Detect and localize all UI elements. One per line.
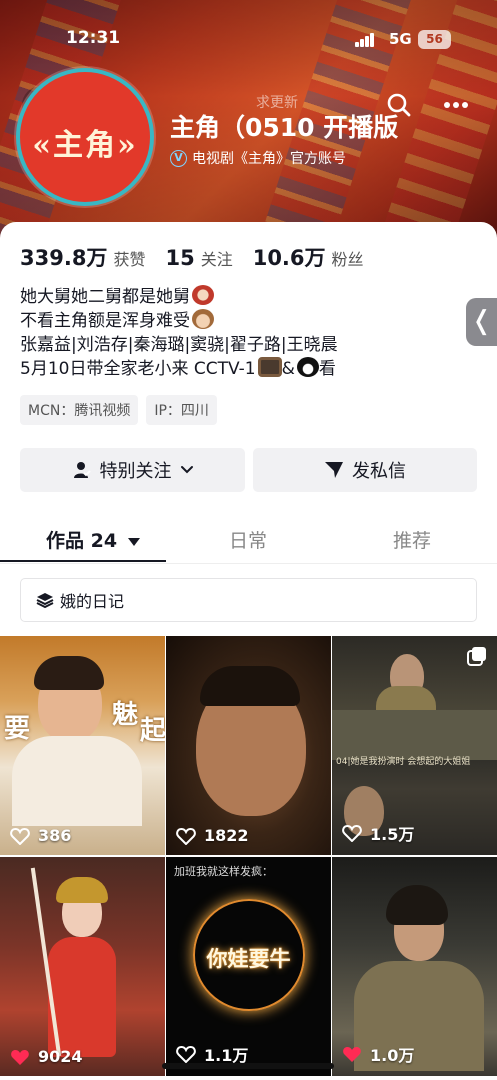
tab-recommend[interactable]: 推荐 xyxy=(393,526,431,553)
tab-daily[interactable]: 日常 xyxy=(229,526,267,553)
collection-label: 娥的日记 xyxy=(60,592,125,611)
followers-count[interactable]: 10.6万 xyxy=(253,242,326,272)
bio-line: 5月10日带全家老小来 CCTV-1 xyxy=(20,359,256,379)
collection-entry[interactable]: 娥的日记 xyxy=(20,578,477,622)
heart-filled-icon xyxy=(343,1047,361,1062)
chevron-down-icon xyxy=(180,466,193,474)
like-count-value: 1.0万 xyxy=(370,1046,415,1065)
like-count: 1.5万 xyxy=(342,821,414,845)
monkey-emoji-icon xyxy=(192,309,214,329)
verified-label: 电视剧《主角》官方账号 xyxy=(192,151,346,167)
thumbnail-overlay-text: 魅 xyxy=(112,700,139,730)
drum-emoji-icon xyxy=(192,285,214,305)
bio-line: 不看主角额是浑身难受 xyxy=(20,311,190,331)
ip-tag: IP：四川 xyxy=(146,395,217,425)
like-count: 9024 xyxy=(10,1047,83,1066)
heart-outline-icon xyxy=(176,1045,196,1063)
thumbnail-overlay-text: 要 xyxy=(4,714,31,744)
following-label[interactable]: 关注 xyxy=(201,246,233,270)
video-grid: 要 魅 起 386 1822 04|她是我扮演时 会想起的大姐姐 1.5万 90… xyxy=(0,636,497,1080)
like-count: 1.0万 xyxy=(342,1042,414,1066)
avatar[interactable]: «主角» xyxy=(16,68,154,206)
video-thumbnail[interactable]: 加班我就这样发疯： 你娃要牛 1.1万 xyxy=(166,857,331,1076)
heart-filled-icon xyxy=(11,1049,29,1065)
stats-row: 339.8万 获赞 15 关注 10.6万 粉丝 xyxy=(20,242,378,272)
likes-count: 339.8万 xyxy=(20,246,108,270)
caret-down-icon xyxy=(127,538,140,546)
thumbnail-glow-text: 你娃要牛 xyxy=(206,947,291,971)
heart-outline-icon xyxy=(342,824,362,842)
video-thumbnail[interactable]: 9024 xyxy=(0,857,165,1076)
like-count: 386 xyxy=(10,826,71,845)
special-follow-label: 特别关注 xyxy=(99,461,172,482)
heart-outline-icon xyxy=(176,827,196,845)
send-message-label: 发私信 xyxy=(352,461,406,482)
thumbnail-person xyxy=(200,666,300,706)
special-follow-button[interactable]: 特别关注 xyxy=(20,448,245,492)
status-bar: 12:31 5G 56 xyxy=(0,0,497,50)
thumbnail-overlay-text: 起 xyxy=(140,716,165,746)
mcn-tag[interactable]: MCN：腾讯视频 xyxy=(20,395,139,425)
tab-works-label: 作品 24 xyxy=(46,530,118,552)
home-indicator[interactable] xyxy=(162,1063,334,1069)
video-thumbnail[interactable]: 1.0万 xyxy=(332,857,497,1076)
video-thumbnail[interactable]: 1822 xyxy=(166,636,331,855)
more-options-button[interactable] xyxy=(438,90,474,120)
bio-line: 看 xyxy=(318,359,336,379)
send-message-button[interactable]: 发私信 xyxy=(253,448,477,492)
tab-works[interactable]: 作品 24 xyxy=(46,526,140,553)
user-check-icon xyxy=(73,462,91,478)
tv-emoji-icon xyxy=(257,357,282,377)
bio-line: 她大舅她二舅都是她舅 xyxy=(20,287,190,307)
thumbnail-person xyxy=(386,885,448,925)
more-dots-icon xyxy=(444,102,468,108)
thumbnail-person xyxy=(332,710,497,760)
bio-line: 张嘉益|刘浩存|秦海璐|窦骁|翟子路|王晓晨 xyxy=(20,335,338,355)
battery-icon: 56 xyxy=(418,30,451,49)
thumbnail-caption: 加班我就这样发疯： xyxy=(174,865,273,878)
multi-image-icon xyxy=(467,647,486,666)
thumbnail-person xyxy=(376,686,436,710)
verified-badge[interactable]: V 电视剧《主角》官方账号 xyxy=(170,148,346,168)
bio: 她大舅她二舅都是她舅 不看主角额是浑身难受 张嘉益|刘浩存|秦海璐|窦骁|翟子路… xyxy=(20,285,338,381)
followers-label[interactable]: 粉丝 xyxy=(332,246,364,270)
penguin-emoji-icon xyxy=(296,357,319,377)
like-count-value: 1.5万 xyxy=(370,825,415,844)
verified-icon: V xyxy=(170,149,187,167)
heart-outline-icon xyxy=(10,827,30,845)
likes-label: 获赞 xyxy=(113,250,146,269)
thumbnail-subtitle: 04|她是我扮演时 会想起的大姐姐 xyxy=(336,757,471,767)
following-count[interactable]: 15 xyxy=(165,246,194,270)
video-thumbnail[interactable]: 要 魅 起 386 xyxy=(0,636,165,855)
thumbnail-person xyxy=(12,736,142,826)
avatar-logo-text: «主角» xyxy=(32,128,138,163)
network-type: 5G xyxy=(389,30,412,48)
signal-icon xyxy=(355,33,375,47)
thumbnail-person xyxy=(56,877,108,903)
account-name: 主角（0510 开播版 xyxy=(170,113,399,142)
like-count-value: 9024 xyxy=(38,1047,83,1066)
active-tab-indicator xyxy=(0,560,166,562)
video-thumbnail[interactable]: 04|她是我扮演时 会想起的大姐姐 1.5万 xyxy=(332,636,497,855)
like-count: 1822 xyxy=(176,826,249,845)
side-drawer-handle[interactable]: ❬ xyxy=(466,298,497,346)
thumbnail-person xyxy=(34,656,104,690)
profile-tags: MCN：腾讯视频 IP：四川 xyxy=(20,395,217,425)
status-time: 12:31 xyxy=(66,28,121,48)
paper-plane-icon xyxy=(325,462,343,478)
bio-line: & xyxy=(281,359,295,379)
like-count-value: 386 xyxy=(38,826,72,845)
content-tabs: 作品 24 日常 推荐 xyxy=(0,516,497,564)
layers-icon xyxy=(36,593,54,609)
like-count-value: 1822 xyxy=(204,826,249,845)
